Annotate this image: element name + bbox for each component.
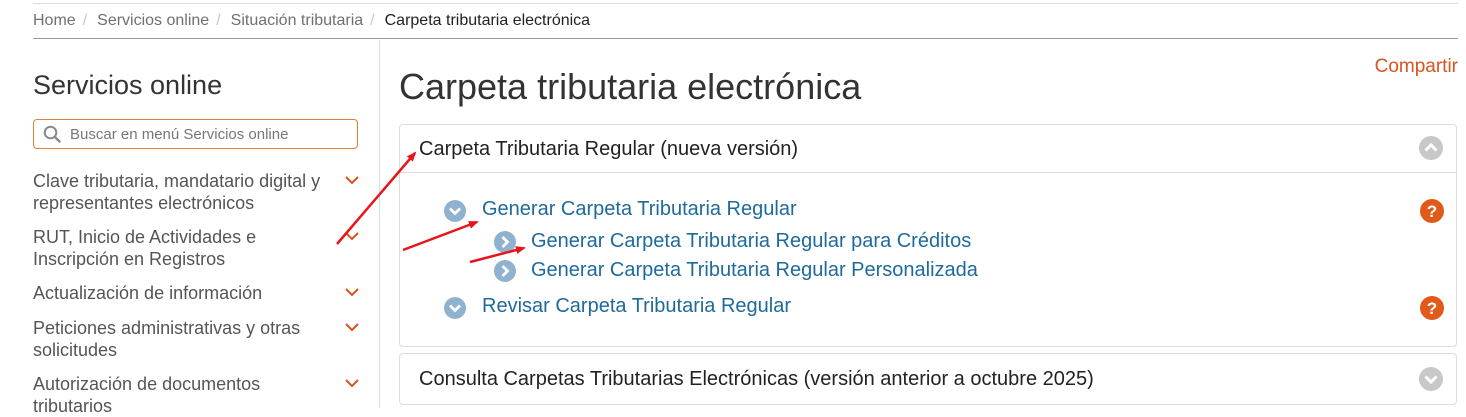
accordion-title: Consulta Carpetas Tributarias Electrónic… bbox=[419, 368, 1094, 390]
sidebar-item-rut[interactable]: RUT, Inicio de Actividades e Inscripción… bbox=[33, 226, 373, 270]
sidebar-title: Servicios online bbox=[33, 70, 223, 100]
sidebar-item-peticiones[interactable]: Peticiones administrativas y otras solic… bbox=[33, 317, 373, 361]
breadcrumb-separator: / bbox=[370, 12, 375, 29]
sidebar-item-autorizacion[interactable]: Autorización de documentos tributarios bbox=[33, 373, 373, 417]
top-rule bbox=[33, 3, 1458, 4]
sidebar-search bbox=[33, 119, 358, 149]
link-generar-creditos[interactable]: Generar Carpeta Tributaria Regular para … bbox=[531, 230, 971, 253]
svg-text:?: ? bbox=[1427, 299, 1437, 318]
chevron-down-circle-icon[interactable] bbox=[444, 200, 466, 222]
accordion-title: Carpeta Tributaria Regular (nueva versió… bbox=[419, 138, 799, 160]
link-generar-personalizada[interactable]: Generar Carpeta Tributaria Regular Perso… bbox=[531, 259, 978, 282]
search-input[interactable] bbox=[70, 123, 350, 145]
sidebar-item-actualizacion[interactable]: Actualización de información bbox=[33, 282, 373, 304]
accordion-header[interactable]: Carpeta Tributaria Regular (nueva versió… bbox=[400, 125, 1456, 173]
chevron-down-icon[interactable] bbox=[344, 228, 360, 244]
chevron-down-icon[interactable] bbox=[344, 172, 360, 188]
breadcrumb-servicios-online[interactable]: Servicios online bbox=[97, 12, 209, 29]
share-link[interactable]: Compartir bbox=[1375, 56, 1458, 78]
chevron-up-circle-icon[interactable] bbox=[1419, 136, 1443, 160]
sidebar-item-label: Autorización de documentos tributarios bbox=[33, 374, 261, 416]
accordion-panel-consulta: Consulta Carpetas Tributarias Electrónic… bbox=[399, 353, 1457, 405]
search-icon[interactable] bbox=[43, 125, 61, 143]
chevron-down-circle-icon[interactable] bbox=[1419, 367, 1443, 391]
sidebar-item-label: RUT, Inicio de Actividades e Inscripción… bbox=[33, 227, 257, 269]
chevron-down-circle-icon[interactable] bbox=[444, 297, 466, 319]
breadcrumb-situacion-tributaria[interactable]: Situación tributaria bbox=[231, 12, 364, 29]
sidebar-divider bbox=[379, 40, 380, 408]
chevron-down-icon[interactable] bbox=[344, 284, 360, 300]
question-circle-icon[interactable]: ? bbox=[1420, 199, 1444, 223]
sidebar-item-clave-tributaria[interactable]: Clave tributaria, mandatario digital y r… bbox=[33, 170, 373, 214]
svg-text:?: ? bbox=[1427, 202, 1437, 221]
question-circle-icon[interactable]: ? bbox=[1420, 296, 1444, 320]
accordion-panel-regular: Carpeta Tributaria Regular (nueva versió… bbox=[399, 124, 1457, 347]
chevron-down-icon[interactable] bbox=[344, 375, 360, 391]
breadcrumb-current: Carpeta tributaria electrónica bbox=[384, 12, 591, 29]
link-generar-carpeta[interactable]: Generar Carpeta Tributaria Regular bbox=[482, 198, 797, 221]
sidebar-item-label: Peticiones administrativas y otras solic… bbox=[33, 318, 301, 360]
accordion-header[interactable]: Consulta Carpetas Tributarias Electrónic… bbox=[400, 354, 1456, 406]
sidebar-item-label: Clave tributaria, mandatario digital y r… bbox=[33, 171, 321, 213]
chevron-right-circle-icon[interactable] bbox=[494, 231, 516, 253]
breadcrumb-separator: / bbox=[216, 12, 221, 29]
breadcrumb-home[interactable]: Home bbox=[33, 12, 76, 29]
link-revisar-carpeta[interactable]: Revisar Carpeta Tributaria Regular bbox=[482, 295, 791, 318]
chevron-down-icon[interactable] bbox=[344, 319, 360, 335]
chevron-right-circle-icon[interactable] bbox=[494, 260, 516, 282]
page-title: Carpeta tributaria electrónica bbox=[399, 66, 862, 107]
breadcrumb: Home / Servicios online / Situación tributar… bbox=[33, 12, 590, 30]
breadcrumb-separator: / bbox=[82, 12, 88, 29]
breadcrumb-divider bbox=[33, 38, 1458, 39]
sidebar-item-label: Actualización de información bbox=[33, 283, 263, 303]
